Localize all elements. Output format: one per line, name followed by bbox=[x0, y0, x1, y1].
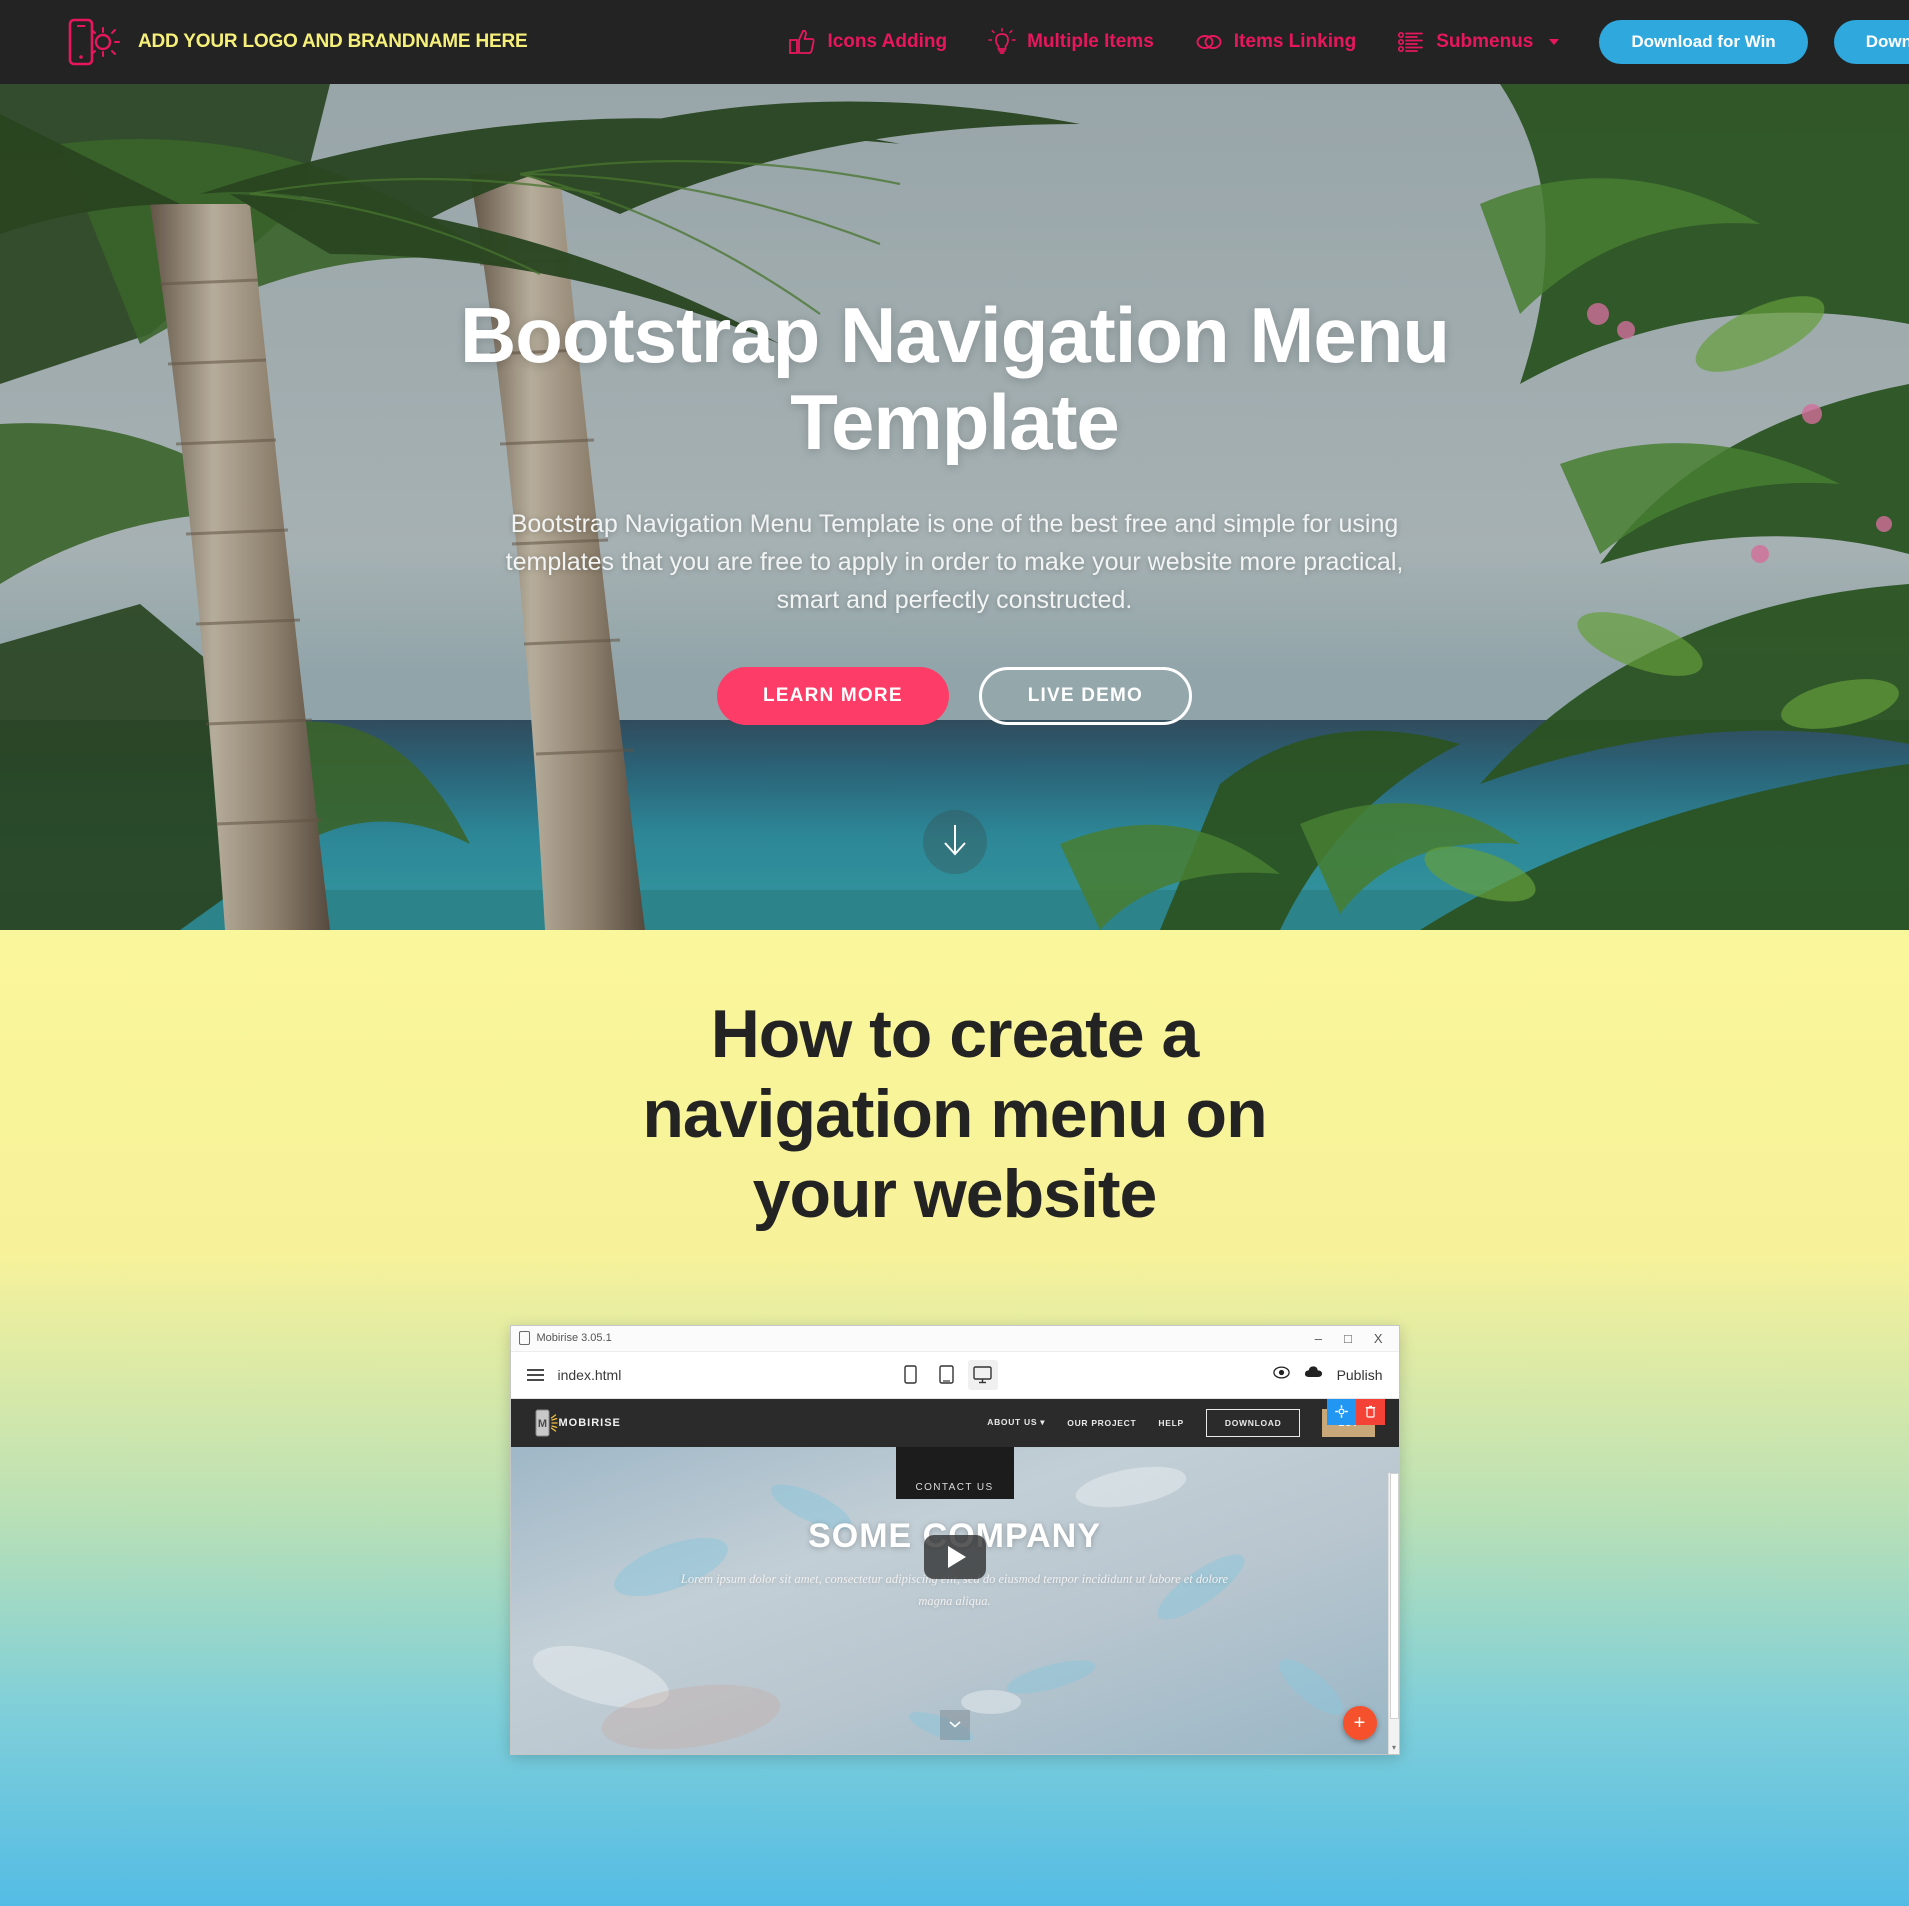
svg-text:M: M bbox=[537, 1418, 546, 1430]
arrow-down-icon bbox=[940, 822, 970, 863]
site-nav-label: ABOUT US bbox=[987, 1417, 1038, 1428]
close-button[interactable]: X bbox=[1374, 1331, 1383, 1346]
scrollbar-thumb[interactable] bbox=[1389, 1472, 1399, 1719]
fab-plus-label: + bbox=[1353, 1711, 1366, 1734]
play-button-icon[interactable] bbox=[923, 1534, 986, 1579]
chevron-down-icon bbox=[1549, 39, 1560, 45]
thumbs-up-icon bbox=[787, 27, 817, 57]
phone-icon bbox=[518, 1331, 530, 1346]
nav-item-label: Icons Adding bbox=[827, 31, 948, 52]
download-win-button[interactable]: Download for Win bbox=[1599, 20, 1808, 64]
device-preview-group bbox=[896, 1359, 998, 1390]
how-to-section: How to create a navigation menu on your … bbox=[0, 930, 1909, 1906]
nav-item-label: Items Linking bbox=[1233, 31, 1357, 52]
link-icon bbox=[1194, 27, 1224, 57]
learn-more-button[interactable]: LEARN MORE bbox=[716, 666, 949, 725]
mobile-view-icon[interactable] bbox=[896, 1360, 926, 1390]
nav-item-items-linking[interactable]: Items Linking bbox=[1174, 27, 1376, 57]
tablet-view-icon[interactable] bbox=[932, 1360, 962, 1390]
site-hero: SOME COMPANY Lorem ipsum dolor sit amet,… bbox=[510, 1446, 1399, 1754]
app-canvas: M MOBIRISE ABOUT US ▾ OUR PROJECT HELP D… bbox=[510, 1398, 1399, 1754]
nav-item-label: Multiple Items bbox=[1027, 31, 1154, 52]
bulleted-list-icon bbox=[1396, 27, 1426, 57]
window-titlebar: Mobirise 3.05.1 – □ X bbox=[510, 1325, 1399, 1352]
scrollbar-down-arrow[interactable]: ▾ bbox=[1389, 1743, 1399, 1752]
hero-title: Bootstrap Navigation Menu Template bbox=[459, 291, 1450, 467]
delete-trash-icon[interactable] bbox=[1355, 1398, 1385, 1425]
hero-section: Bootstrap Navigation Menu Template Boots… bbox=[0, 84, 1909, 930]
nav-links: Icons Adding Multiple Items Items Linkin… bbox=[767, 27, 1579, 57]
hero-subtitle: Bootstrap Navigation Menu Template is on… bbox=[505, 509, 1404, 614]
site-nav-about-us[interactable]: ABOUT US ▾ bbox=[987, 1417, 1045, 1428]
hero-actions: LEARN MORE LIVE DEMO bbox=[716, 666, 1193, 725]
nav-item-multiple-items[interactable]: Multiple Items bbox=[967, 27, 1174, 57]
file-name-label: index.html bbox=[557, 1366, 622, 1383]
canvas-scrollbar[interactable]: ▾ bbox=[1387, 1472, 1399, 1754]
section-title: How to create a navigation menu on your … bbox=[642, 996, 1267, 1233]
site-nav-our-project[interactable]: OUR PROJECT bbox=[1067, 1418, 1136, 1428]
minimize-button[interactable]: – bbox=[1315, 1331, 1322, 1346]
chevron-down-icon bbox=[948, 1716, 962, 1734]
brand-name: ADD YOUR LOGO AND BRANDNAME HERE bbox=[138, 31, 528, 52]
phone-sun-icon bbox=[60, 14, 120, 70]
nav-item-icons-adding[interactable]: Icons Adding bbox=[767, 27, 967, 57]
scroll-down-button[interactable] bbox=[922, 810, 987, 874]
hero-content: Bootstrap Navigation Menu Template Boots… bbox=[0, 84, 1909, 930]
hamburger-icon[interactable] bbox=[526, 1368, 544, 1381]
site-nav-links: ABOUT US ▾ OUR PROJECT HELP DOWNLOAD BUY bbox=[987, 1408, 1375, 1437]
block-edit-buttons bbox=[1326, 1398, 1385, 1425]
brand[interactable]: ADD YOUR LOGO AND BRANDNAME HERE bbox=[60, 14, 528, 70]
mobirise-m-sun-icon: M bbox=[535, 1408, 559, 1438]
chevron-down-icon: ▾ bbox=[1040, 1417, 1046, 1428]
add-block-icon[interactable]: + bbox=[1342, 1705, 1377, 1740]
site-nav-help[interactable]: HELP bbox=[1158, 1418, 1183, 1428]
contact-us-label: CONTACT US bbox=[915, 1481, 994, 1493]
site-logo-name: MOBIRISE bbox=[558, 1416, 621, 1429]
window-title: Mobirise 3.05.1 bbox=[536, 1332, 612, 1345]
download-mac-button[interactable]: Download for Mac bbox=[1833, 20, 1909, 64]
live-demo-button[interactable]: LIVE DEMO bbox=[978, 666, 1193, 725]
site-scroll-down-button[interactable] bbox=[939, 1709, 970, 1740]
play-triangle-icon bbox=[947, 1545, 966, 1568]
eye-icon[interactable] bbox=[1272, 1366, 1290, 1384]
site-download-button[interactable]: DOWNLOAD bbox=[1205, 1408, 1301, 1437]
maximize-button[interactable]: □ bbox=[1344, 1331, 1352, 1346]
top-navbar: ADD YOUR LOGO AND BRANDNAME HERE Icons A… bbox=[0, 0, 1909, 84]
publish-label[interactable]: Publish bbox=[1337, 1367, 1383, 1383]
app-screenshot: Mobirise 3.05.1 – □ X index.html Publish… bbox=[509, 1324, 1400, 1755]
contact-us-block[interactable]: CONTACT US bbox=[895, 1446, 1014, 1499]
nav-item-submenus[interactable]: Submenus bbox=[1376, 27, 1579, 57]
desktop-view-icon[interactable] bbox=[967, 1359, 998, 1390]
lightbulb-icon bbox=[987, 27, 1017, 57]
cloud-upload-icon[interactable] bbox=[1304, 1365, 1323, 1384]
window-controls: – □ X bbox=[1315, 1331, 1391, 1346]
nav-buttons: Download for Win Download for Mac bbox=[1599, 20, 1909, 64]
settings-gear-icon[interactable] bbox=[1326, 1398, 1356, 1425]
nav-item-label: Submenus bbox=[1436, 31, 1534, 52]
toolbar-right: Publish bbox=[1272, 1365, 1383, 1384]
app-toolbar: index.html Publish bbox=[510, 1351, 1399, 1399]
site-navbar: M MOBIRISE ABOUT US ▾ OUR PROJECT HELP D… bbox=[510, 1398, 1399, 1447]
